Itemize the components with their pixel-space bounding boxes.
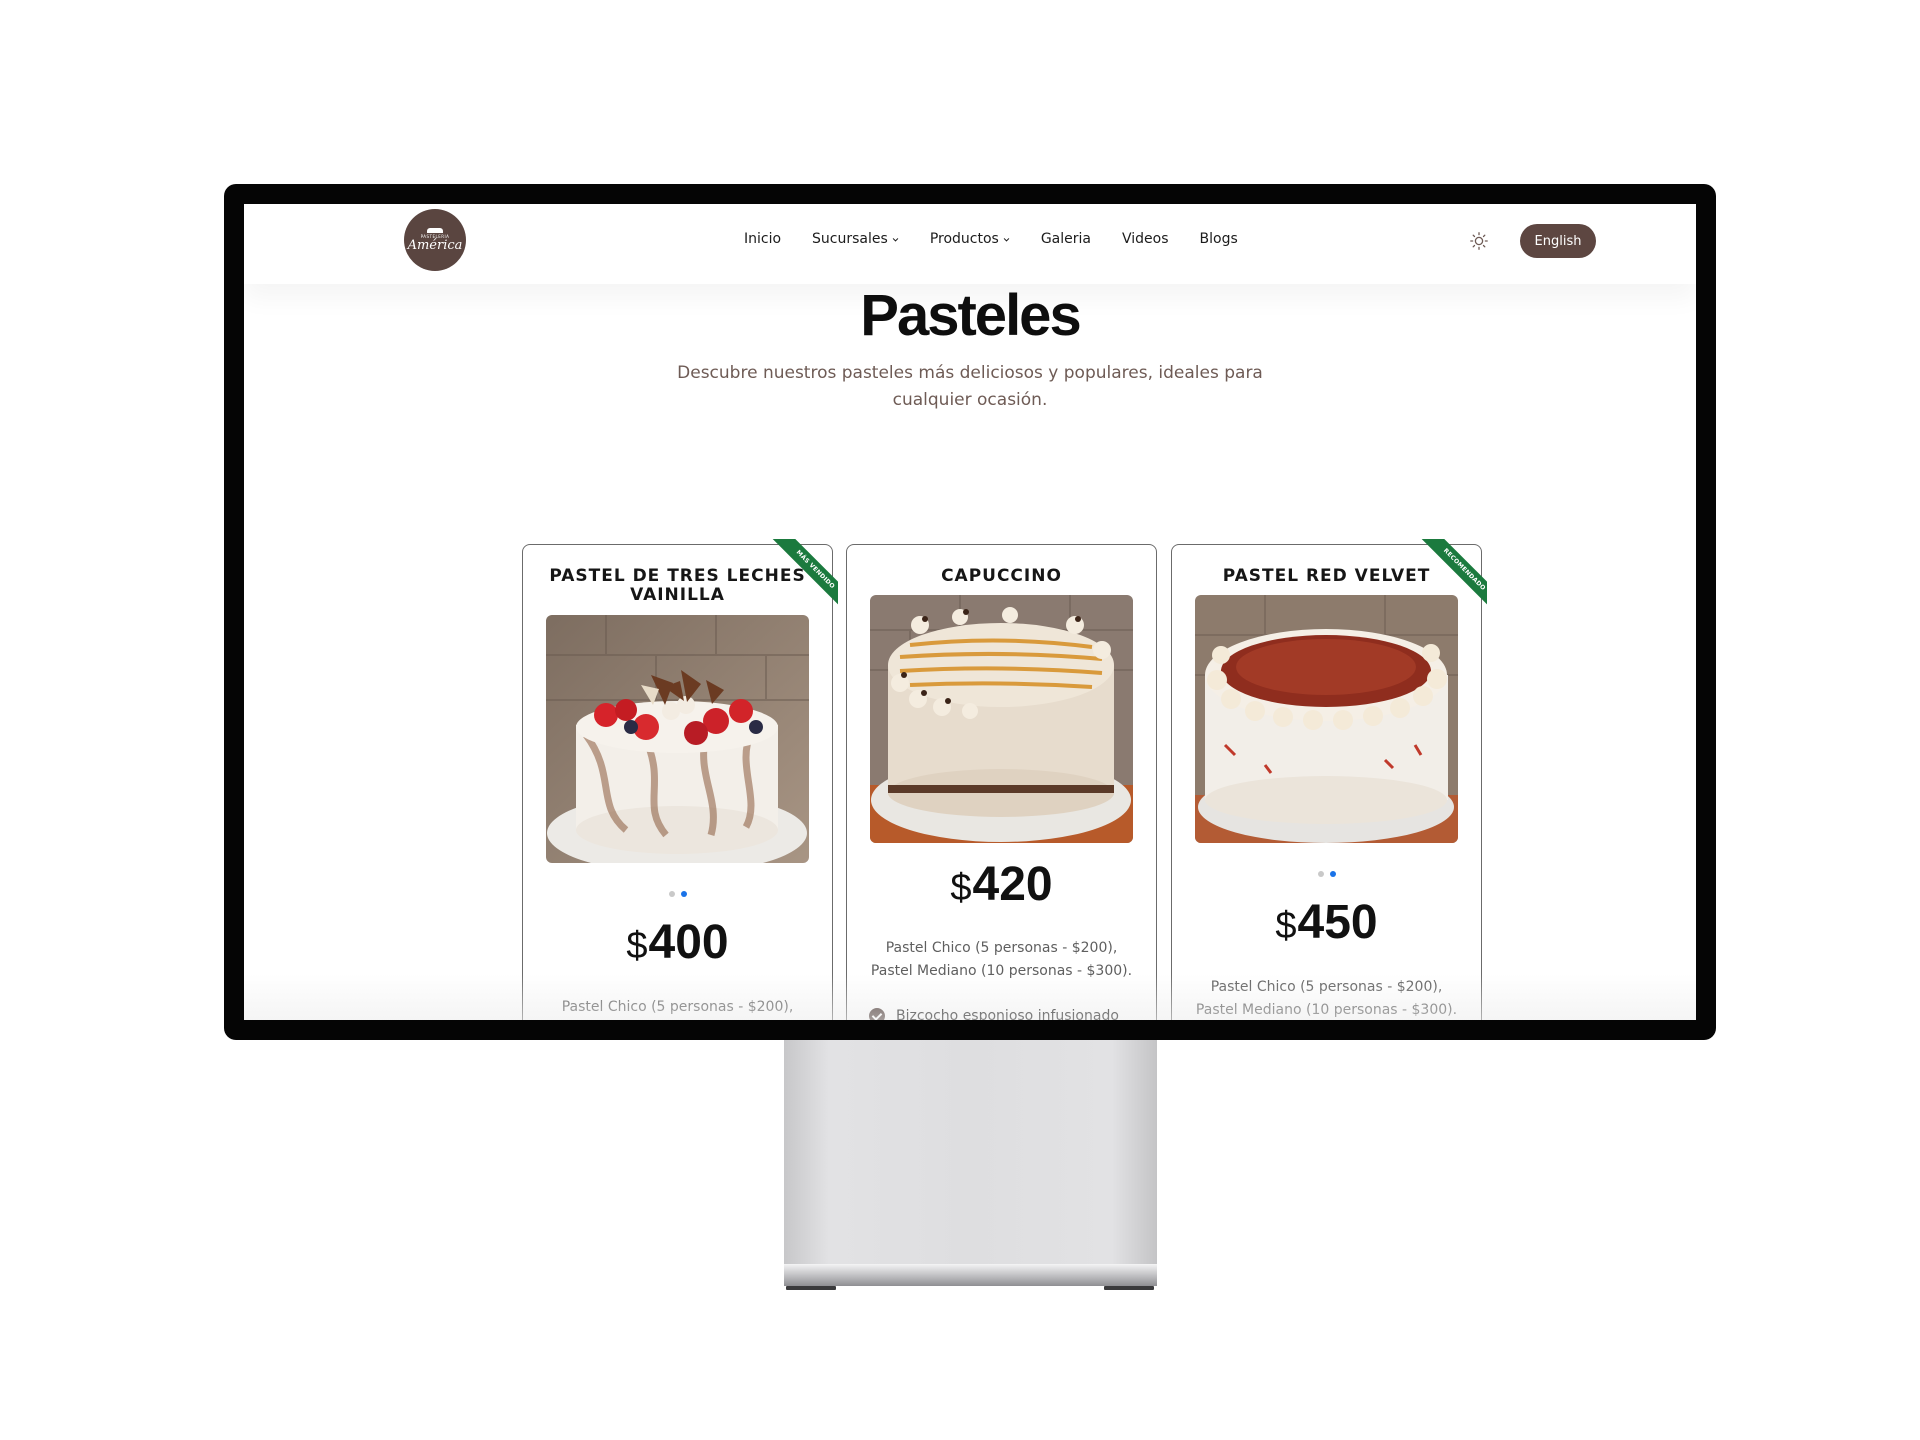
language-button[interactable]: English	[1520, 224, 1596, 258]
carousel-dot[interactable]	[668, 891, 675, 897]
nav-videos[interactable]: Videos	[1122, 231, 1169, 247]
chef-hat-icon	[427, 227, 443, 233]
price-value: 420	[972, 858, 1053, 911]
product-card-tres-leches[interactable]: MÁS VENDIDO PASTEL DE TRES LECHES VAINIL…	[522, 539, 838, 1020]
product-description: Pastel Chico (5 personas - $200), Pastel…	[1182, 976, 1471, 1020]
logo-name: América	[407, 237, 463, 253]
carousel-dot-active[interactable]	[1329, 871, 1336, 877]
currency-symbol: $	[1275, 905, 1297, 947]
product-card-capuccino[interactable]: CAPUCCINO $420 Pastel Chico (5 personas …	[846, 544, 1157, 1020]
product-description: Pastel Chico (5 personas - $200),	[561, 999, 794, 1015]
price-value: 450	[1297, 896, 1378, 949]
feature-item: Bizcocho esponjoso infusionado	[869, 1008, 1119, 1020]
monitor-stand	[784, 1040, 1157, 1285]
monitor-stand-base	[784, 1264, 1157, 1286]
monitor-bezel: PASTELERIA América Inicio Sucursales Pro…	[224, 184, 1716, 1040]
product-image[interactable]	[870, 595, 1133, 843]
cake-photo	[1195, 595, 1458, 843]
nav-label: Blogs	[1199, 231, 1238, 247]
product-title: PASTEL DE TRES LECHES VAINILLA	[549, 566, 806, 605]
brand-logo[interactable]: PASTELERIA América	[404, 209, 466, 271]
page-title: Pasteles	[860, 283, 1081, 348]
nav-galeria[interactable]: Galeria	[1041, 231, 1091, 247]
description-line: Pastel Chico (5 personas - $200),	[885, 940, 1118, 956]
product-title: PASTEL RED VELVET	[1222, 566, 1431, 586]
website-screen: PASTELERIA América Inicio Sucursales Pro…	[244, 204, 1696, 1020]
price-value: 400	[648, 916, 729, 969]
stand-foot-left	[786, 1286, 836, 1290]
nav-label: Inicio	[744, 231, 782, 247]
nav-productos[interactable]: Productos	[930, 231, 1010, 247]
nav-label: Galeria	[1040, 231, 1091, 247]
carousel-dots	[1172, 871, 1481, 877]
chevron-down-icon	[1003, 237, 1010, 242]
product-price: $450	[1172, 895, 1481, 950]
description-line: Pastel Chico (5 personas - $200),	[1210, 979, 1443, 995]
product-price: $400	[523, 915, 832, 970]
cake-photo	[546, 615, 809, 863]
nav-blogs[interactable]: Blogs	[1200, 231, 1238, 247]
currency-symbol: $	[950, 867, 972, 909]
chevron-down-icon	[892, 237, 899, 242]
product-price: $420	[847, 857, 1156, 912]
currency-symbol: $	[626, 925, 648, 967]
product-title: CAPUCCINO	[941, 566, 1062, 586]
sun-icon[interactable]	[1469, 231, 1489, 251]
carousel-dots	[523, 891, 832, 897]
product-card-red-velvet[interactable]: RECOMENDADO PASTEL RED VELVET $450 Paste…	[1171, 539, 1487, 1020]
stand-foot-right	[1104, 1286, 1154, 1290]
main-nav: Inicio Sucursales Productos Galeria Vide…	[744, 231, 1238, 247]
carousel-dot[interactable]	[1317, 871, 1324, 877]
product-image[interactable]	[546, 615, 809, 863]
nav-inicio[interactable]: Inicio	[744, 231, 781, 247]
site-header: PASTELERIA América Inicio Sucursales Pro…	[244, 204, 1696, 284]
feature-text: Bizcocho esponjoso infusionado	[896, 1008, 1119, 1020]
product-description: Pastel Chico (5 personas - $200), Pastel…	[857, 937, 1146, 983]
page-subtitle: Descubre nuestros pasteles más delicioso…	[677, 363, 1263, 410]
nav-label: Videos	[1121, 231, 1169, 247]
carousel-dot-active[interactable]	[680, 891, 687, 897]
product-image[interactable]	[1195, 595, 1458, 843]
nav-label: Sucursales	[812, 231, 888, 247]
description-line: Pastel Mediano (10 personas - $300).	[1195, 1002, 1458, 1018]
nav-label: Productos	[929, 231, 999, 247]
description-line: Pastel Mediano (10 personas - $300).	[870, 963, 1133, 979]
check-circle-icon	[869, 1008, 885, 1020]
nav-sucursales[interactable]: Sucursales	[812, 231, 899, 247]
cake-photo	[870, 595, 1133, 843]
